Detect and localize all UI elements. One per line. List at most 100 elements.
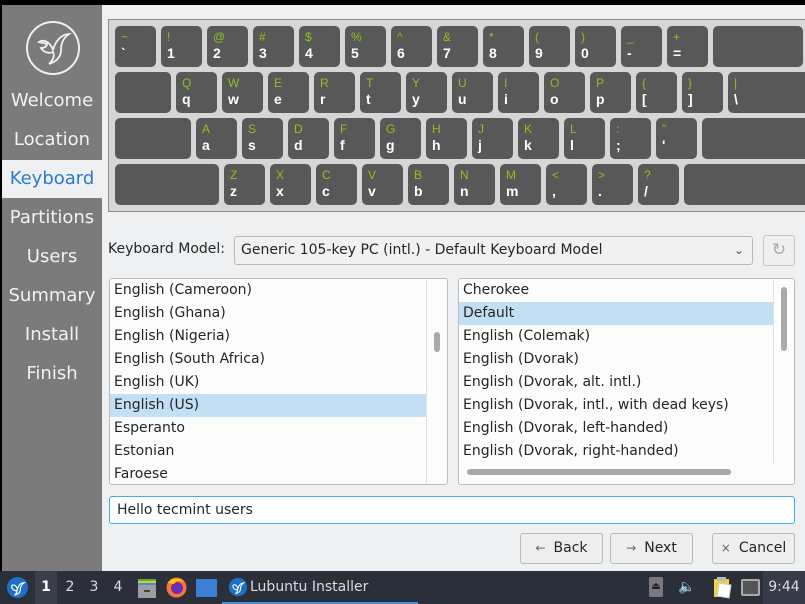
show-desktop-icon[interactable]	[196, 579, 217, 597]
key-shift-label: S	[248, 122, 257, 136]
key-shift-label: :	[616, 122, 620, 136]
task-label: Lubuntu Installer	[250, 579, 369, 595]
keyboard-model-select[interactable]: Generic 105-key PC (intl.) - Default Key…	[234, 236, 753, 265]
key-0: ) 0	[575, 26, 616, 67]
network-icon[interactable]	[741, 579, 760, 596]
key-sym92: | \	[728, 72, 805, 113]
key-base-label: e	[274, 91, 282, 107]
key-base-label: z	[230, 183, 237, 199]
key-sym91: {[	[636, 72, 677, 113]
cancel-button[interactable]: × Cancel	[712, 533, 795, 564]
scrollbar-thumb[interactable]	[434, 332, 440, 352]
key-shift-label: X	[276, 168, 285, 182]
key-f: Ff	[334, 118, 375, 159]
start-menu-icon[interactable]	[6, 576, 29, 599]
key-base-label: 2	[213, 45, 221, 61]
clock[interactable]: 9:44	[763, 571, 805, 604]
workspace-2[interactable]: 2	[59, 571, 81, 604]
variant-list-item[interactable]: English (Dvorak, right-handed)	[459, 440, 773, 463]
key-base-label: =	[673, 45, 682, 61]
key-sym47: ? /	[638, 164, 679, 205]
key-sym44: <,	[546, 164, 587, 205]
language-list-item[interactable]: Estonian	[110, 440, 426, 463]
sidebar-item-summary: Summary	[8, 285, 96, 306]
language-list-item[interactable]: English (US)	[110, 394, 426, 417]
key-6: ^ 6	[391, 26, 432, 67]
keyboard-model-value: Generic 105-key PC (intl.) - Default Key…	[241, 242, 603, 258]
keyboard-language-list[interactable]: English (Cameroon) English (Ghana) English…	[109, 278, 448, 485]
key-a: Aa	[196, 118, 237, 159]
key-shift-label: Q	[182, 76, 192, 90]
key-m: Mm	[500, 164, 541, 205]
eject-icon[interactable]: ⏏	[649, 577, 663, 597]
arrow-left-icon: ←	[535, 541, 546, 555]
key-base-label: x	[276, 183, 284, 199]
key-3: #3	[253, 26, 294, 67]
key-p: Pp	[590, 72, 631, 113]
variant-list-item[interactable]: English (Dvorak)	[459, 348, 773, 371]
key-shift-label: (	[535, 30, 539, 44]
key-base-label: \	[734, 91, 738, 107]
language-list-item[interactable]: English (South Africa)	[110, 348, 426, 371]
sidebar-item-keyboard: Keyboard	[2, 160, 102, 198]
key-shift-label: Y	[412, 76, 421, 90]
key-base-label: 3	[259, 45, 267, 61]
key-shift-label: %	[351, 30, 362, 44]
key-q: Qq	[176, 72, 217, 113]
key-z: Zz	[224, 164, 265, 205]
desktop-screen: Welcome Location Keyboard Partitions Users Su…	[0, 0, 805, 604]
key-shift-label: W	[228, 76, 240, 90]
key-shift-label: M	[506, 168, 516, 182]
key-shift-label: ?	[644, 168, 651, 182]
workspace-4[interactable]: 4	[107, 571, 129, 604]
keyboard-variant-list[interactable]: Cherokee Default English (Colemak) English …	[458, 278, 795, 485]
keyboard-test-input[interactable]: Hello tecmint users	[109, 496, 795, 524]
key-n: Nn	[454, 164, 495, 205]
workspace-1[interactable]: 1	[35, 571, 57, 604]
variant-list-item[interactable]: English (Colemak)	[459, 325, 773, 348]
key-base-label: d	[294, 137, 303, 153]
taskbar-task-lubuntu-installer[interactable]: Lubuntu Installer	[222, 571, 418, 604]
variant-list-vscrollbar[interactable]	[773, 279, 794, 463]
language-list-item[interactable]: English (Nigeria)	[110, 325, 426, 348]
language-list-item[interactable]: English (Ghana)	[110, 302, 426, 325]
key-base-label: y	[412, 91, 420, 107]
language-list-scrollbar[interactable]	[426, 279, 447, 484]
variant-list-item[interactable]: English (Dvorak, left-handed)	[459, 417, 773, 440]
key-x: Xx	[270, 164, 311, 205]
key-shift-label: "	[662, 122, 667, 136]
variant-list-hscrollbar[interactable]	[467, 469, 731, 475]
key-base-label: a	[202, 137, 210, 153]
key-shift-label: U	[458, 76, 467, 90]
language-list-item[interactable]: Esperanto	[110, 417, 426, 440]
key-base-label: k	[524, 137, 532, 153]
file-manager-icon[interactable]	[137, 578, 157, 598]
variant-list-item[interactable]: English (Dvorak, intl., with dead keys)	[459, 394, 773, 417]
key-shift-label: $	[305, 30, 312, 44]
clipboard-icon[interactable]	[713, 576, 733, 599]
variant-list-item[interactable]: English (Dvorak, alt. intl.)	[459, 371, 773, 394]
workspace-3[interactable]: 3	[83, 571, 105, 604]
next-button[interactable]: → Next	[610, 533, 693, 564]
key-h: Hh	[426, 118, 467, 159]
key-sym45: _ -	[621, 26, 662, 67]
language-list-item[interactable]: English (UK)	[110, 371, 426, 394]
scrollbar-thumb[interactable]	[781, 287, 787, 351]
key-shift-label: }	[688, 76, 693, 90]
key-base-label: 6	[397, 45, 405, 61]
key-base-label: `	[121, 45, 126, 61]
reset-keyboard-button[interactable]: ↻	[763, 235, 795, 266]
key-shift-label: F	[340, 122, 348, 136]
key-shift-label: C	[322, 168, 331, 182]
back-button[interactable]: ← Back	[520, 533, 603, 564]
language-list-item[interactable]: Faroese	[110, 463, 426, 484]
variant-list-item[interactable]: Default	[459, 302, 773, 325]
key-u: Uu	[452, 72, 493, 113]
language-list-item[interactable]: English (Cameroon)	[110, 279, 426, 302]
key-modifier	[684, 164, 805, 205]
key-base-label: b	[414, 183, 423, 199]
firefox-icon[interactable]	[166, 577, 187, 598]
volume-icon[interactable]: 🔈	[678, 571, 696, 604]
variant-list-item[interactable]: Cherokee	[459, 279, 773, 302]
key-e: Ee	[268, 72, 309, 113]
